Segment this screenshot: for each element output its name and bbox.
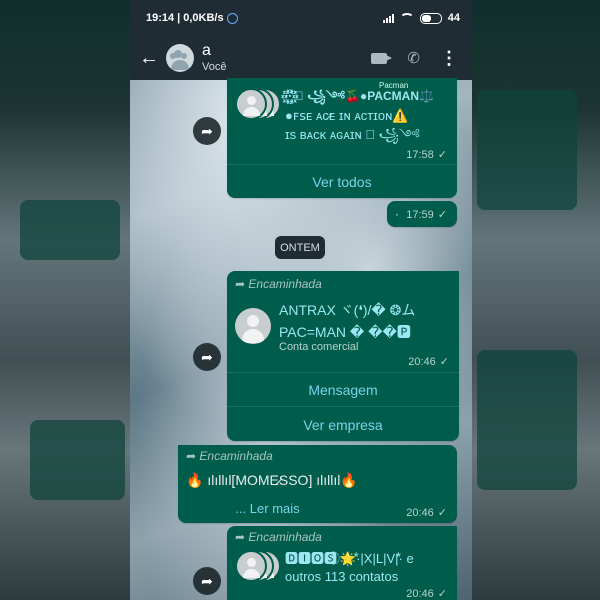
status-speed: 0,0KB/s bbox=[183, 12, 224, 24]
business-avatar bbox=[235, 308, 271, 344]
business-name-line1: ANTRAX ヾ(❛)/� ❂ム bbox=[279, 302, 416, 318]
more-options-icon[interactable]: ⋮ bbox=[440, 49, 458, 67]
wifi-icon bbox=[399, 13, 414, 23]
contacts-line2: outros 113 contatos bbox=[285, 569, 399, 584]
check-icon: ✓ bbox=[437, 588, 447, 600]
message-line: ·꙰꙰·꙰꙰ ⃝ ꧁༺🍒●PACMAN⚖️ bbox=[285, 89, 434, 103]
message-text: 🔥 ılıllıl[MOME̷SSO] ılıllıl🔥 bbox=[186, 472, 358, 488]
back-arrow-icon[interactable]: ← bbox=[138, 47, 160, 70]
signal-icon bbox=[382, 13, 394, 23]
message-time: 20:46 ✓ bbox=[406, 507, 447, 519]
contact-avatars bbox=[235, 88, 281, 122]
chat-title-block[interactable]: a Você bbox=[202, 42, 226, 73]
group-avatar[interactable] bbox=[166, 44, 194, 72]
message-text: · bbox=[395, 207, 399, 221]
short-message: · 17:59 ✓ bbox=[387, 201, 457, 227]
status-bar: 19:14 | 0,0KB/s 44 bbox=[130, 0, 472, 36]
view-business-button[interactable]: Ver empresa bbox=[227, 417, 459, 433]
video-call-icon[interactable] bbox=[371, 52, 393, 64]
check-icon: ✓ bbox=[437, 507, 447, 519]
check-icon: ✓ bbox=[439, 356, 449, 368]
view-all-button[interactable]: Ver todos bbox=[227, 174, 457, 190]
forwarded-label: Encaminhada bbox=[235, 530, 321, 544]
message-line: ●ꜰꜱᴇ ᴀᴄ̷ᴇ ɪɴ ᴀᴄᴛɪᴏɴ⚠️ bbox=[285, 108, 409, 123]
message-time: 17:59 ✓ bbox=[406, 209, 447, 221]
chat-header: ← a Você ✆ ⋮ bbox=[130, 36, 472, 80]
date-separator: ONTEM bbox=[275, 236, 325, 259]
phone-screen: 19:14 | 0,0KB/s 44 ← a Você ✆ ⋮ ➦ Pacman… bbox=[130, 0, 472, 600]
voice-call-icon[interactable]: ✆ bbox=[407, 49, 420, 67]
forward-icon[interactable]: ➦ bbox=[193, 343, 221, 371]
forwarded-text-message: Encaminhada 🔥 ılıllıl[MOME̷SSO] ılıllıl🔥… bbox=[178, 445, 457, 523]
forward-icon[interactable]: ➦ bbox=[193, 117, 221, 145]
check-icon: ✓ bbox=[437, 209, 447, 221]
blurred-background-right bbox=[472, 0, 600, 600]
contacts-line1: 🅳🅸🅾🆂 ⃝🌟⃰·|X|L|V|⃰· e bbox=[285, 551, 414, 566]
contact-card-message: Pacman ·꙰꙰·꙰꙰ ⃝ ꧁༺🍒●PACMAN⚖️ ●ꜰꜱᴇ ᴀᴄ̷ᴇ ɪ… bbox=[227, 78, 457, 198]
blurred-background-left bbox=[0, 0, 130, 600]
chat-subtitle: Você bbox=[202, 60, 227, 73]
contacts-message: Encaminhada 🅳🅸🅾🆂 ⃝🌟⃰·|X|L|V|⃰· e outros … bbox=[227, 526, 457, 600]
data-saver-icon bbox=[226, 12, 238, 24]
business-label: Conta comercial bbox=[279, 341, 359, 353]
forwarded-label: Encaminhada bbox=[186, 449, 272, 463]
check-icon: ✓ bbox=[437, 149, 447, 161]
message-time: 17:58 ✓ bbox=[406, 149, 447, 161]
battery-level: 44 bbox=[447, 12, 460, 24]
forward-icon[interactable]: ➦ bbox=[193, 567, 221, 595]
message-time: 20:46 ✓ bbox=[408, 356, 449, 368]
contact-avatars bbox=[235, 550, 281, 584]
business-card-message: Encaminhada ANTRAX ヾ(❛)/� ❂ム PAC=MAN � �… bbox=[227, 271, 459, 441]
business-name-line2: PAC=MAN � ��🅿 bbox=[279, 324, 411, 340]
message-line: ɪs ʙᴀᴄᴋ ᴀɢᴀɪɴ ⃝ ꧁༺ bbox=[285, 127, 420, 142]
message-button[interactable]: Mensagem bbox=[227, 382, 459, 398]
message-time: 20:46 ✓ bbox=[406, 588, 447, 600]
status-time: 19:14 bbox=[146, 12, 175, 24]
battery-icon bbox=[419, 12, 442, 24]
chat-title: a bbox=[202, 42, 211, 60]
forwarded-label: Encaminhada bbox=[235, 277, 321, 291]
